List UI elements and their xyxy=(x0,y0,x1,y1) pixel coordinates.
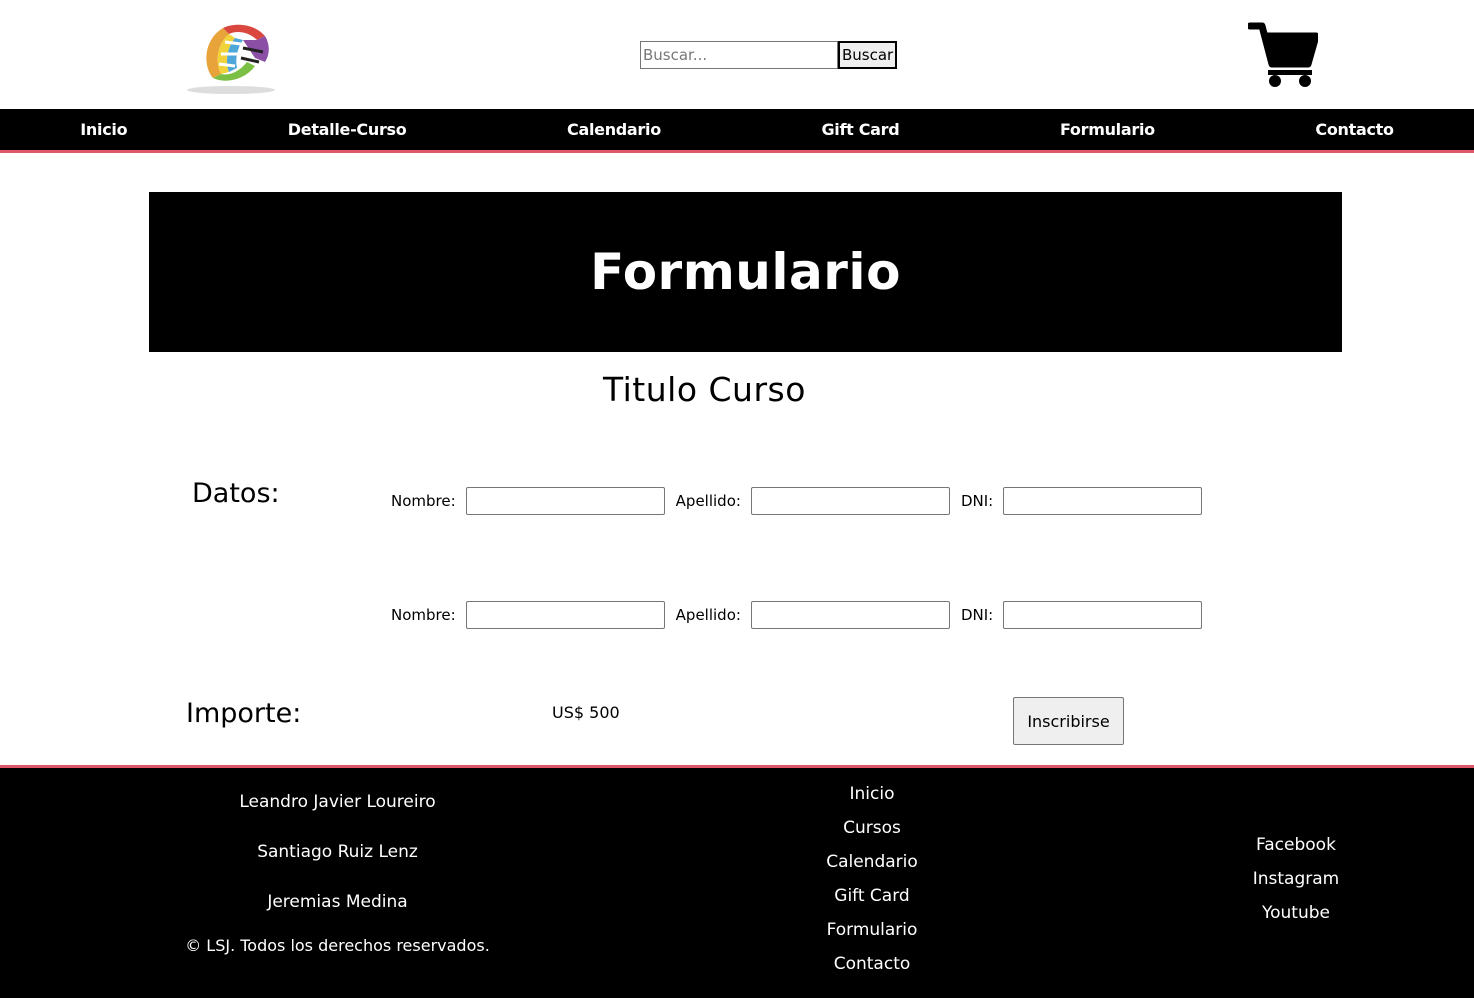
course-title: Titulo Curso xyxy=(603,370,806,409)
footer-link-calendario[interactable]: Calendario xyxy=(772,852,972,886)
authors-list: Leandro Javier Loureiro Santiago Ruiz Le… xyxy=(170,792,505,942)
apellido-label: Apellido: xyxy=(675,492,741,510)
dni-label: DNI: xyxy=(960,606,994,624)
site-footer: Leandro Javier Loureiro Santiago Ruiz Le… xyxy=(0,765,1474,998)
search-button[interactable]: Buscar xyxy=(838,41,898,69)
datos-label: Datos: xyxy=(192,478,280,509)
main-nav: Inicio Detalle-Curso Calendario Gift Car… xyxy=(0,109,1474,153)
page-title: Formulario xyxy=(590,243,901,301)
globe-logo-icon[interactable] xyxy=(185,18,277,96)
enroll-button[interactable]: Inscribirse xyxy=(1013,697,1124,745)
nav-item-contacto[interactable]: Contacto xyxy=(1315,120,1394,139)
nav-item-formulario[interactable]: Formulario xyxy=(1060,120,1155,139)
nav-item-gift-card[interactable]: Gift Card xyxy=(821,120,899,139)
apellido-field[interactable] xyxy=(750,487,950,515)
page-banner: Formulario xyxy=(149,192,1342,352)
copyright-text: © LSJ. Todos los derechos reservados. xyxy=(185,936,490,955)
social-link-facebook[interactable]: Facebook xyxy=(1196,835,1396,869)
dni-field[interactable] xyxy=(1003,601,1203,629)
search-bar: Buscar xyxy=(640,41,898,69)
footer-link-formulario[interactable]: Formulario xyxy=(772,920,972,954)
social-links: Facebook Instagram Youtube xyxy=(1196,835,1396,937)
social-link-instagram[interactable]: Instagram xyxy=(1196,869,1396,903)
footer-link-cursos[interactable]: Cursos xyxy=(772,818,972,852)
amount-value: US$ 500 xyxy=(552,703,620,722)
nav-item-inicio[interactable]: Inicio xyxy=(80,120,127,139)
attendee-row: Nombre: Apellido: DNI: xyxy=(391,600,1213,630)
dni-label: DNI: xyxy=(960,492,994,510)
apellido-field[interactable] xyxy=(750,601,950,629)
author-name: Leandro Javier Loureiro xyxy=(239,792,436,812)
apellido-label: Apellido: xyxy=(675,606,741,624)
footer-link-contacto[interactable]: Contacto xyxy=(772,954,972,988)
footer-nav: Inicio Cursos Calendario Gift Card Formu… xyxy=(772,784,972,988)
author-name: Santiago Ruiz Lenz xyxy=(257,842,418,862)
attendee-row: Nombre: Apellido: DNI: xyxy=(391,486,1213,516)
social-link-youtube[interactable]: Youtube xyxy=(1196,903,1396,937)
footer-link-inicio[interactable]: Inicio xyxy=(772,784,972,818)
site-header: Buscar xyxy=(0,0,1474,109)
nav-item-calendario[interactable]: Calendario xyxy=(567,120,661,139)
nombre-label: Nombre: xyxy=(391,492,456,510)
nombre-field[interactable] xyxy=(465,601,665,629)
search-input[interactable] xyxy=(640,41,838,69)
nombre-label: Nombre: xyxy=(391,606,456,624)
nombre-field[interactable] xyxy=(465,487,665,515)
nav-item-detalle-curso[interactable]: Detalle-Curso xyxy=(288,120,407,139)
shopping-cart-icon[interactable] xyxy=(1248,20,1318,90)
footer-link-gift-card[interactable]: Gift Card xyxy=(772,886,972,920)
importe-label: Importe: xyxy=(186,698,302,729)
author-name: Jeremias Medina xyxy=(267,892,408,912)
dni-field[interactable] xyxy=(1003,487,1203,515)
